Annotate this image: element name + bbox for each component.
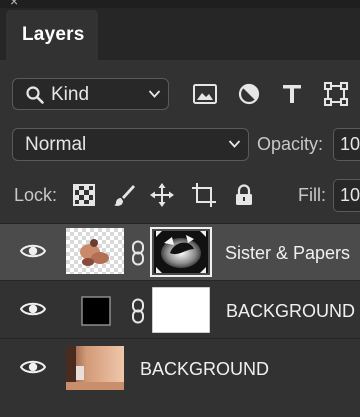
lock-transparent-pixels-icon[interactable] [71, 182, 97, 208]
panel-tab-bar: Layers [0, 8, 360, 60]
layer-mask-thumbnail[interactable] [152, 287, 210, 333]
visibility-eye-icon[interactable] [20, 358, 46, 376]
lock-all-icon[interactable] [231, 182, 257, 208]
link-icon[interactable] [131, 298, 145, 324]
visibility-eye-icon[interactable] [20, 242, 46, 260]
layer-name[interactable]: Sister & Papers [225, 243, 350, 264]
layer-row-sister-papers[interactable]: Sister & Papers [0, 224, 360, 281]
layer-mask-thumbnail[interactable] [150, 227, 212, 277]
adjustment-filter-icon[interactable] [235, 80, 263, 108]
layer-thumbnail [66, 228, 124, 274]
panel-top-bar: × [0, 0, 360, 9]
layer-row-background-fill[interactable]: BACKGROUND [0, 282, 360, 339]
filter-kind-label: Kind [51, 84, 90, 105]
visibility-eye-icon[interactable] [20, 300, 46, 318]
lock-position-icon[interactable] [149, 182, 175, 208]
layer-row-background-image[interactable]: BACKGROUND [0, 340, 360, 397]
tab-layers[interactable]: Layers [6, 10, 98, 60]
filter-kind-select[interactable]: Kind [12, 78, 169, 110]
layers-panel: × Layers Kind Normal Opacity: 10 Lock: F… [0, 0, 360, 417]
opacity-value: 10 [340, 134, 360, 154]
image-filter-icon[interactable] [191, 80, 219, 108]
opacity-field[interactable]: 10 [333, 128, 360, 161]
fill-label: Fill: [298, 185, 326, 205]
fill-color-swatch[interactable] [81, 296, 111, 326]
type-filter-icon[interactable] [278, 80, 306, 108]
blend-mode-select[interactable]: Normal [12, 128, 249, 161]
fill-field[interactable]: 10 [333, 179, 360, 212]
lock-label: Lock: [14, 185, 58, 205]
shape-filter-icon[interactable] [322, 80, 350, 108]
layer-name[interactable]: BACKGROUND [226, 301, 355, 322]
lock-image-pixels-icon[interactable] [111, 182, 137, 208]
opacity-label: Opacity: [257, 134, 324, 154]
fill-value: 10 [340, 185, 360, 205]
lock-artboard-icon[interactable] [191, 182, 217, 208]
layer-name[interactable]: BACKGROUND [140, 359, 269, 380]
chevron-down-icon [228, 140, 241, 148]
layer-thumbnail [66, 346, 124, 390]
link-icon[interactable] [131, 240, 145, 266]
search-icon [26, 86, 44, 104]
chevron-down-icon [148, 90, 161, 98]
blend-mode-value: Normal [25, 134, 87, 155]
tab-layers-label: Layers [22, 24, 85, 45]
layers-list: Sister & Papers BACKGROUND BACKGROUND [0, 223, 360, 417]
